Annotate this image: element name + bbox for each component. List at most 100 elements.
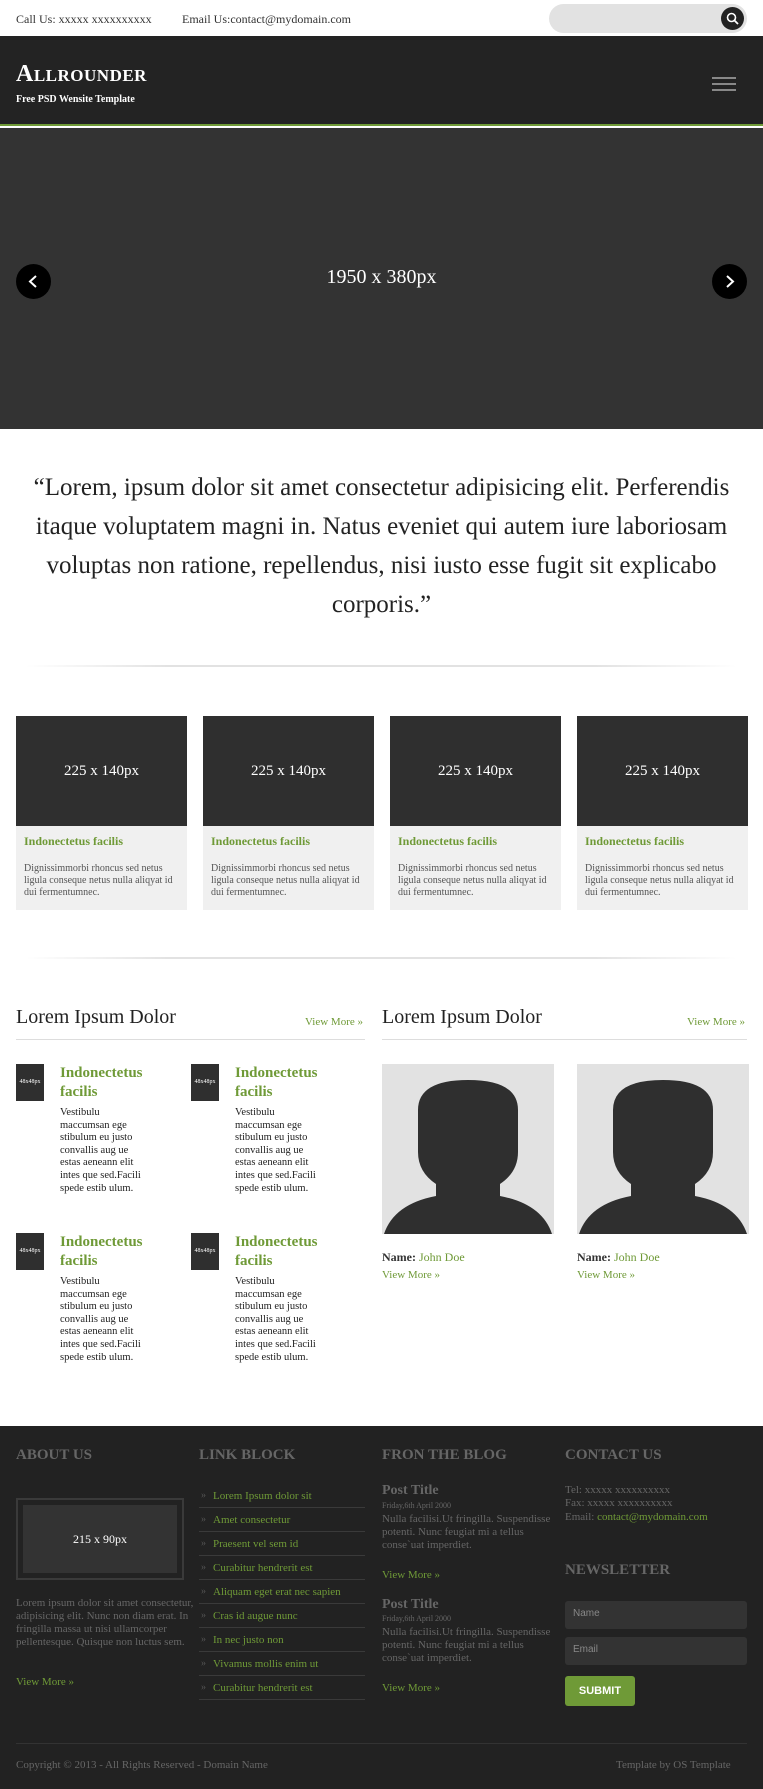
person-silhouette-icon <box>384 1080 552 1234</box>
member-view-more-link[interactable]: View More » <box>577 1269 635 1281</box>
search-icon <box>726 12 739 25</box>
chevron-right-icon <box>726 275 735 288</box>
search-button[interactable] <box>721 7 744 30</box>
name-placeholder: Name <box>573 1608 600 1619</box>
intro-quote: “Lorem, ipsum dolor sit amet consectetur… <box>33 474 730 618</box>
email-us-text: Email Us:contact@mydomain.com <box>182 12 352 26</box>
chevron-left-icon <box>28 275 37 288</box>
blog-post-date: Friday,6th April 2000 <box>382 1501 452 1510</box>
feature-text: Dignissimmorbi rhoncus sed netus ligula … <box>211 863 360 898</box>
post-title[interactable]: Indonectetus facilis <box>235 1064 355 1102</box>
blog-post-date: Friday,6th April 2000 <box>382 1614 452 1623</box>
feature-title[interactable]: Indonectetus facilis <box>211 834 310 849</box>
section-underline <box>382 1039 747 1040</box>
footer-link[interactable]: Lorem Ipsum dolor sit <box>199 1484 365 1508</box>
feature-text: Dignissimmorbi rhoncus sed netus ligula … <box>585 863 734 898</box>
posts-section-title: Lorem Ipsum Dolor <box>16 1006 176 1028</box>
blog-post-title[interactable]: Post Title <box>382 1597 439 1613</box>
team-section-title: Lorem Ipsum Dolor <box>382 1006 542 1028</box>
avatar <box>577 1064 749 1234</box>
person-silhouette-icon <box>579 1080 747 1234</box>
member-view-more-link[interactable]: View More » <box>382 1269 440 1281</box>
footer-link[interactable]: Curabitur hendrerit est <box>199 1676 365 1700</box>
footer-link[interactable]: In nec justo non <box>199 1628 365 1652</box>
section-divider <box>26 665 737 667</box>
post-title[interactable]: Indonectetus facilis <box>60 1233 180 1271</box>
feature-image: 225 x 140px <box>577 716 748 826</box>
feature-title[interactable]: Indonectetus facilis <box>24 834 123 849</box>
footer-link[interactable]: Curabitur hendrerit est <box>199 1556 365 1580</box>
about-image-frame: 215 x 90px <box>16 1498 184 1580</box>
feature-image: 225 x 140px <box>16 716 187 826</box>
blog-view-more-link[interactable]: View More » <box>382 1682 440 1695</box>
footer-link-list: Lorem Ipsum dolor sit Amet consectetur P… <box>199 1484 365 1700</box>
slider-placeholder-label: 1950 x 380px <box>326 266 437 288</box>
feature-text: Dignissimmorbi rhoncus sed netus ligula … <box>398 863 547 898</box>
post-title[interactable]: Indonectetus facilis <box>235 1233 355 1271</box>
footer-about-heading: ABOUT US <box>16 1447 92 1463</box>
contact-email: Email: contact@mydomain.com <box>565 1511 708 1524</box>
contact-email-label: Email: <box>565 1511 595 1523</box>
blog-post-title[interactable]: Post Title <box>382 1483 439 1499</box>
member-name: Name: John Doe <box>382 1250 465 1265</box>
blog-view-more-link[interactable]: View More » <box>382 1569 440 1582</box>
member-name-label: Name: <box>382 1250 416 1264</box>
footer-link[interactable]: Aliquam eget erat nec sapien <box>199 1580 365 1604</box>
post-text: Vestibulu maccumsan ege stibulum eu just… <box>60 1276 141 1363</box>
about-image: 215 x 90px <box>23 1505 177 1573</box>
contact-email-link[interactable]: contact@mydomain.com <box>597 1511 708 1523</box>
footer-blog-heading: FRON THE BLOG <box>382 1447 507 1463</box>
post-thumbnail: 48x48px <box>16 1233 44 1270</box>
post-text: Vestibulu maccumsan ege stibulum eu just… <box>235 1276 316 1363</box>
team-view-more-link[interactable]: View More » <box>687 1016 745 1028</box>
feature-title[interactable]: Indonectetus facilis <box>585 834 684 849</box>
member-name-value[interactable]: John Doe <box>419 1250 465 1264</box>
post-thumbnail: 48x48px <box>191 1233 219 1270</box>
section-underline <box>16 1039 365 1040</box>
footer-link[interactable]: Cras id augue nunc <box>199 1604 365 1628</box>
contact-fax: Fax: xxxxx xxxxxxxxxx <box>565 1497 673 1509</box>
footer-links-heading: LINK BLOCK <box>199 1447 296 1463</box>
slider-prev-button[interactable] <box>16 264 51 299</box>
post-title[interactable]: Indonectetus facilis <box>60 1064 180 1102</box>
site-header: Allrounder Free PSD Wensite Template <box>0 36 763 126</box>
member-name-value[interactable]: John Doe <box>614 1250 660 1264</box>
feature-title[interactable]: Indonectetus facilis <box>398 834 497 849</box>
template-credit-text: Template by OS Template <box>616 1759 731 1771</box>
footer-contact-heading: CONTACT US <box>565 1447 662 1463</box>
about-view-more-link[interactable]: View More » <box>16 1676 74 1689</box>
feature-card[interactable]: 225 x 140px Indonectetus facilis Digniss… <box>203 716 374 910</box>
avatar <box>382 1064 554 1234</box>
copyright-text: Copyright © 2013 - All Rights Reserved -… <box>16 1759 268 1771</box>
feature-image: 225 x 140px <box>390 716 561 826</box>
posts-view-more-link[interactable]: View More » <box>305 1016 363 1028</box>
footer-divider <box>16 1743 747 1744</box>
hamburger-menu-icon[interactable] <box>712 77 736 95</box>
slider-next-button[interactable] <box>712 264 747 299</box>
member-name-label: Name: <box>577 1250 611 1264</box>
site-footer: ABOUT US 215 x 90px Lorem ipsum dolor si… <box>0 1426 763 1789</box>
hero-slider: 1950 x 380px <box>0 128 763 429</box>
feature-text: Dignissimmorbi rhoncus sed netus ligula … <box>24 863 173 898</box>
post-thumbnail: 48x48px <box>16 1064 44 1101</box>
top-bar: Call Us: xxxxx xxxxxxxxxx Email Us:conta… <box>0 0 763 36</box>
about-text: Lorem ipsum dolor sit amet consectetur, … <box>16 1597 194 1648</box>
newsletter-name-field[interactable]: Name <box>565 1601 747 1629</box>
feature-card[interactable]: 225 x 140px Indonectetus facilis Digniss… <box>577 716 748 910</box>
submit-button[interactable]: SUBMIT <box>565 1676 635 1706</box>
site-logo[interactable]: Allrounder <box>16 61 147 88</box>
post-thumbnail: 48x48px <box>191 1064 219 1101</box>
contact-tel: Tel: xxxxx xxxxxxxxxx <box>565 1484 670 1496</box>
footer-link[interactable]: Amet consectetur <box>199 1508 365 1532</box>
post-text: Vestibulu maccumsan ege stibulum eu just… <box>235 1107 316 1194</box>
search-input[interactable] <box>549 4 747 33</box>
footer-link[interactable]: Vivamus mollis enim ut <box>199 1652 365 1676</box>
feature-image: 225 x 140px <box>203 716 374 826</box>
newsletter-email-field[interactable]: Email <box>565 1637 747 1665</box>
blog-post-text: Nulla facilisi.Ut fringilla. Suspendisse… <box>382 1626 551 1664</box>
member-name: Name: John Doe <box>577 1250 660 1265</box>
footer-link[interactable]: Praesent vel sem id <box>199 1532 365 1556</box>
feature-card[interactable]: 225 x 140px Indonectetus facilis Digniss… <box>16 716 187 910</box>
section-divider <box>26 957 737 959</box>
feature-card[interactable]: 225 x 140px Indonectetus facilis Digniss… <box>390 716 561 910</box>
